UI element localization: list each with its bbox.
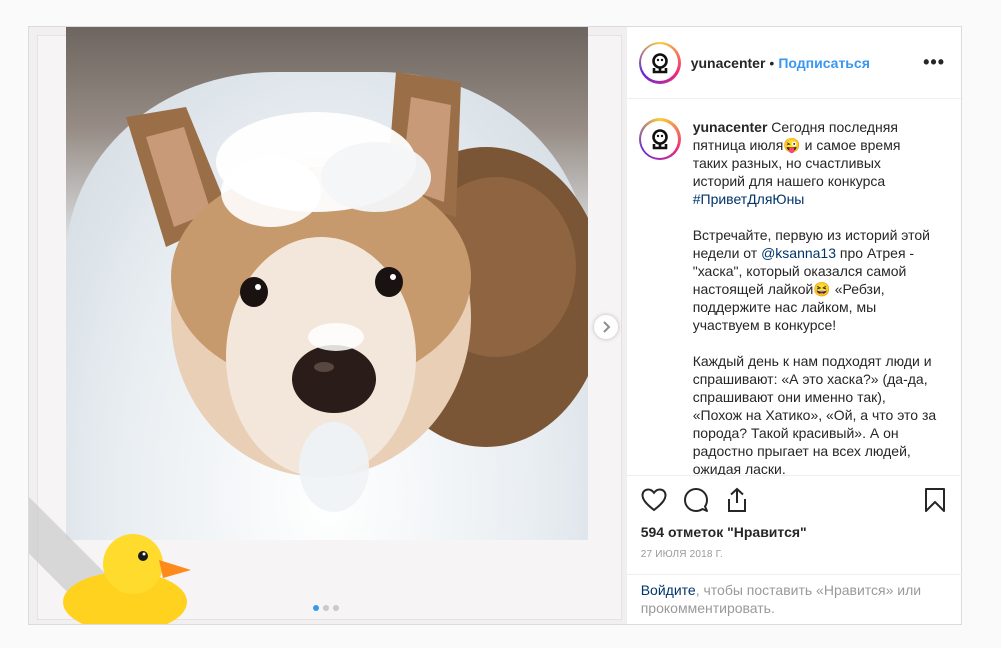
- share-icon[interactable]: [725, 487, 749, 513]
- post-date[interactable]: 27 июля 2018 г.: [641, 549, 946, 560]
- header-username[interactable]: yunacenter: [691, 55, 766, 71]
- caption-area[interactable]: yunacenter Сегодня последняя пятница июл…: [627, 100, 962, 475]
- login-link[interactable]: Войдите: [641, 582, 696, 598]
- yuna-logo-icon: [651, 52, 668, 73]
- hashtag-link[interactable]: #ПриветДляЮны: [693, 191, 805, 207]
- yuna-logo-icon: [651, 129, 668, 150]
- bookmark-icon[interactable]: [924, 487, 946, 513]
- caption-avatar[interactable]: [638, 118, 681, 160]
- mention-link[interactable]: @ksanna13: [761, 245, 836, 261]
- carousel-dot: [333, 605, 339, 611]
- carousel-indicator: [313, 605, 339, 611]
- more-options-button[interactable]: •••: [923, 52, 945, 73]
- dog-illustration: [126, 72, 588, 512]
- dog-photo: [66, 27, 588, 540]
- caption-p3-text: Каждый день к нам подходят люди и спраши…: [692, 353, 937, 475]
- post-side-panel: yunacenter • Подписаться ••• yunacenter …: [626, 27, 962, 624]
- header-separator: •: [769, 54, 775, 71]
- avatar[interactable]: [638, 41, 681, 84]
- login-prompt: Войдите, чтобы поставить «Нравится» или …: [626, 574, 962, 623]
- caption-username[interactable]: yunacenter: [693, 119, 768, 135]
- post-media: [29, 27, 627, 624]
- caption-text: yunacenter Сегодня последняя пятница июл…: [693, 118, 937, 475]
- carousel-dot: [323, 605, 329, 611]
- rubber-duck-sticker: [63, 534, 191, 624]
- chevron-right-icon: [603, 321, 611, 333]
- next-slide-button[interactable]: [594, 315, 618, 339]
- post-card: yunacenter • Подписаться ••• yunacenter …: [28, 26, 962, 625]
- heart-icon[interactable]: [641, 488, 667, 512]
- likes-count[interactable]: 594 отметок "Нравится": [641, 524, 946, 540]
- post-header: yunacenter • Подписаться •••: [626, 27, 961, 99]
- actions-section: 594 отметок "Нравится" 27 июля 2018 г.: [626, 475, 962, 560]
- action-icons-row: [641, 486, 946, 514]
- comment-icon[interactable]: [683, 487, 709, 513]
- carousel-dot: [313, 605, 319, 611]
- follow-button[interactable]: Подписаться: [778, 55, 870, 71]
